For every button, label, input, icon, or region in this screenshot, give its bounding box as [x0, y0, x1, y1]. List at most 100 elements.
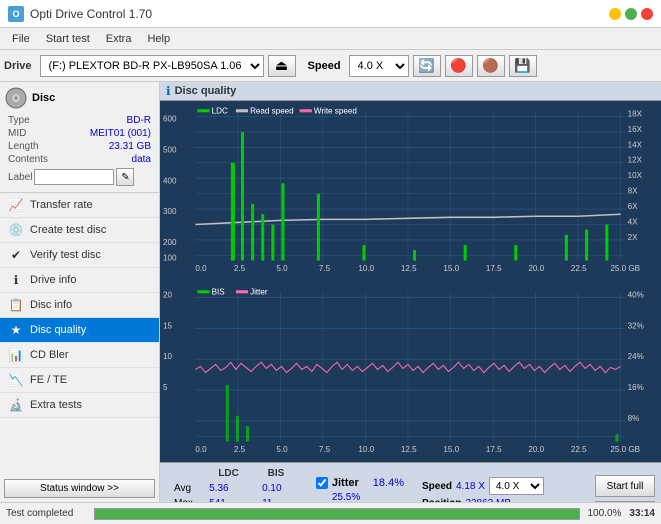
svg-text:BIS: BIS: [212, 287, 226, 296]
svg-text:12.5: 12.5: [401, 445, 417, 454]
svg-text:25.0 GB: 25.0 GB: [610, 445, 640, 454]
sidebar-item-fe-te[interactable]: 📉 FE / TE: [0, 368, 159, 393]
verify-test-disc-icon: ✔: [8, 247, 24, 263]
stats-empty-header: [168, 467, 201, 480]
status-text: Test completed: [6, 508, 86, 519]
sidebar: Disc Type BD-R MID MEIT01 (001) Length 2…: [0, 82, 160, 502]
sidebar-item-drive-info[interactable]: ℹ Drive info: [0, 268, 159, 293]
position-row: Position 23862 MB: [422, 498, 544, 502]
menu-start-test[interactable]: Start test: [38, 31, 98, 47]
svg-text:10.0: 10.0: [358, 445, 374, 454]
svg-text:22.5: 22.5: [571, 264, 587, 273]
maximize-button[interactable]: [625, 8, 637, 20]
disc-contents-row: Contents data: [4, 153, 155, 166]
disc-panel: Disc Type BD-R MID MEIT01 (001) Length 2…: [0, 82, 159, 193]
save-button[interactable]: 💾: [509, 55, 537, 77]
svg-text:5.0: 5.0: [276, 445, 288, 454]
minimize-button[interactable]: [609, 8, 621, 20]
svg-text:16X: 16X: [628, 125, 643, 134]
svg-text:14X: 14X: [628, 140, 643, 149]
disc-contents-val: data: [132, 154, 151, 165]
svg-text:2.5: 2.5: [234, 445, 246, 454]
disc-length-row: Length 23.31 GB: [4, 140, 155, 153]
refresh-button[interactable]: 🔄: [413, 55, 441, 77]
drive-label: Drive: [4, 60, 32, 72]
sidebar-item-extra-tests[interactable]: 🔬 Extra tests: [0, 393, 159, 418]
svg-text:0.0: 0.0: [195, 445, 207, 454]
app-icon: O: [8, 6, 24, 22]
svg-text:20.0: 20.0: [528, 445, 544, 454]
speed-row: Speed 4.18 X 4.0 X: [422, 477, 544, 495]
svg-text:12X: 12X: [628, 156, 643, 165]
svg-text:17.5: 17.5: [486, 264, 502, 273]
sidebar-item-label-drive-info: Drive info: [30, 274, 76, 286]
stats-table: LDC BIS Avg 5.36 0.10 Max 541 11 Total 2…: [166, 465, 298, 502]
cd-bler-icon: 📊: [8, 347, 24, 363]
sidebar-item-create-test-disc[interactable]: 💿 Create test disc: [0, 218, 159, 243]
main-layout: Disc Type BD-R MID MEIT01 (001) Length 2…: [0, 82, 661, 502]
svg-text:10X: 10X: [628, 171, 643, 180]
menu-help[interactable]: Help: [139, 31, 178, 47]
progress-percent: 100.0%: [588, 508, 622, 519]
sidebar-item-label-create-test-disc: Create test disc: [30, 224, 106, 236]
svg-text:24%: 24%: [628, 352, 644, 361]
drive-info-icon: ℹ: [8, 272, 24, 288]
svg-text:12.5: 12.5: [401, 264, 417, 273]
position-val: 23862 MB: [465, 498, 511, 502]
max-ldc-val: 541: [203, 497, 254, 502]
speed-select[interactable]: 4.0 X: [349, 55, 409, 77]
sidebar-item-label-verify-test-disc: Verify test disc: [30, 249, 101, 261]
bis-chart-svg: 20 15 10 5 40% 32% 24% 16% 8% 0.0 2.5 5.…: [160, 282, 661, 462]
disc-length-val: 23.31 GB: [109, 141, 151, 152]
max-bis-val: 11: [256, 497, 296, 502]
start-full-button[interactable]: Start full: [595, 475, 655, 497]
svg-text:Jitter: Jitter: [250, 287, 268, 296]
avg-bis-val: 0.10: [256, 482, 296, 495]
svg-text:0.0: 0.0: [195, 264, 207, 273]
sidebar-item-disc-info[interactable]: 📋 Disc info: [0, 293, 159, 318]
close-button[interactable]: [641, 8, 653, 20]
disc-label-input[interactable]: [34, 169, 114, 185]
sidebar-item-transfer-rate[interactable]: 📈 Transfer rate: [0, 193, 159, 218]
svg-text:300: 300: [163, 207, 177, 216]
speed-stat-select[interactable]: 4.0 X: [489, 477, 544, 495]
settings-button1[interactable]: 🔴: [445, 55, 473, 77]
svg-text:15.0: 15.0: [443, 445, 459, 454]
svg-text:6X: 6X: [628, 202, 638, 211]
titlebar-left: O Opti Drive Control 1.70: [8, 6, 152, 22]
speed-stat-label: Speed: [422, 481, 452, 492]
disc-type-label: Type: [8, 115, 30, 126]
sidebar-item-verify-test-disc[interactable]: ✔ Verify test disc: [0, 243, 159, 268]
max-label: Max: [168, 497, 201, 502]
start-part-button[interactable]: Start part: [595, 501, 655, 502]
menubar: File Start test Extra Help: [0, 28, 661, 50]
sidebar-item-disc-quality[interactable]: ★ Disc quality: [0, 318, 159, 343]
svg-text:8%: 8%: [628, 414, 640, 423]
settings-button2[interactable]: 🟤: [477, 55, 505, 77]
svg-text:2.5: 2.5: [234, 264, 246, 273]
position-label: Position: [422, 498, 461, 502]
menu-extra[interactable]: Extra: [98, 31, 140, 47]
status-time: 33:14: [629, 508, 655, 519]
sidebar-item-cd-bler[interactable]: 📊 CD Bler: [0, 343, 159, 368]
window-controls: [609, 8, 653, 20]
drive-select[interactable]: (F:) PLEXTOR BD-R PX-LB950SA 1.06: [40, 55, 264, 77]
eject-button[interactable]: ⏏: [268, 55, 296, 77]
statusbar: Test completed 100.0% 33:14: [0, 502, 661, 524]
speed-stat-val: 4.18 X: [456, 481, 485, 492]
disc-label-button[interactable]: ✎: [116, 168, 134, 186]
svg-text:10.0: 10.0: [358, 264, 374, 273]
svg-text:Write speed: Write speed: [314, 106, 357, 115]
disc-type-val: BD-R: [127, 115, 151, 126]
transfer-rate-icon: 📈: [8, 197, 24, 213]
progress-bar: [94, 508, 580, 520]
svg-text:100: 100: [163, 253, 177, 262]
svg-text:400: 400: [163, 176, 177, 185]
disc-mid-row: MID MEIT01 (001): [4, 127, 155, 140]
status-window-button[interactable]: Status window >>: [4, 479, 155, 498]
bis-chart: 20 15 10 5 40% 32% 24% 16% 8% 0.0 2.5 5.…: [160, 282, 661, 462]
titlebar: O Opti Drive Control 1.70: [0, 0, 661, 28]
jitter-checkbox[interactable]: [316, 477, 328, 489]
menu-file[interactable]: File: [4, 31, 38, 47]
svg-text:5: 5: [163, 383, 168, 392]
